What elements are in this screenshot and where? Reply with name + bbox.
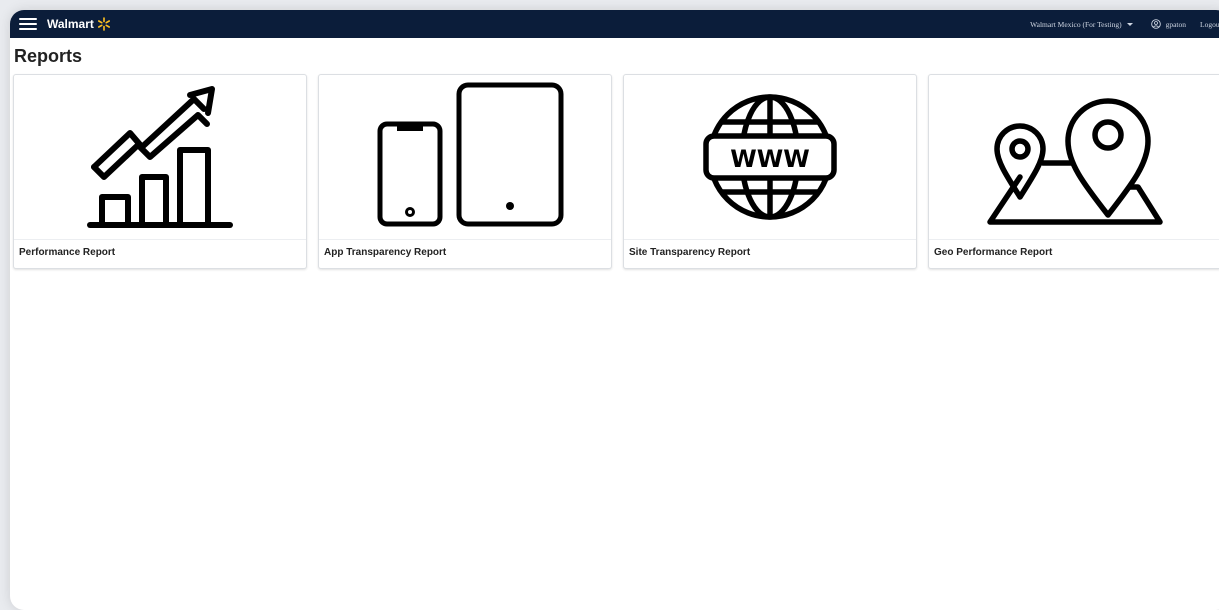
logout-link[interactable]: Logout (1200, 20, 1219, 29)
map-pin-icon (987, 98, 1163, 225)
report-card-performance[interactable]: Performance Report (13, 74, 307, 269)
globe-www-icon: WWW (703, 94, 837, 220)
report-card-label: Performance Report (19, 247, 116, 258)
report-card-label: Site Transparency Report (629, 247, 751, 258)
username: gpaton (1165, 19, 1186, 29)
report-card-label: Geo Performance Report (934, 247, 1053, 258)
www-text: WWW (730, 145, 809, 173)
app-window: Walmart Walmart Mexico (For Testing) gpa… (10, 10, 1219, 610)
report-card-app-transparency[interactable]: App Transparency Report (318, 74, 612, 269)
report-card-label: App Transparency Report (324, 247, 447, 258)
org-selector-label: Walmart Mexico (For Testing) (1030, 19, 1122, 29)
spark-icon (97, 17, 110, 31)
brand-logo[interactable]: Walmart (47, 17, 111, 31)
report-card-site-transparency[interactable]: WWW Site Transparency Report (623, 74, 917, 269)
brand-name: Walmart (47, 17, 94, 31)
report-card-geo-performance[interactable]: Geo Performance Report (928, 74, 1219, 269)
devices-icon (377, 82, 564, 227)
top-nav-bar: Walmart Walmart Mexico (For Testing) gpa… (10, 10, 1219, 38)
chart-growth-icon (87, 86, 233, 228)
page-title: Reports (14, 46, 83, 66)
caret-down-icon (1126, 22, 1133, 26)
menu-icon[interactable] (19, 18, 37, 30)
user-menu[interactable]: gpaton (1150, 19, 1186, 29)
org-selector[interactable]: Walmart Mexico (For Testing) (1030, 19, 1133, 29)
user-icon (1150, 19, 1161, 29)
